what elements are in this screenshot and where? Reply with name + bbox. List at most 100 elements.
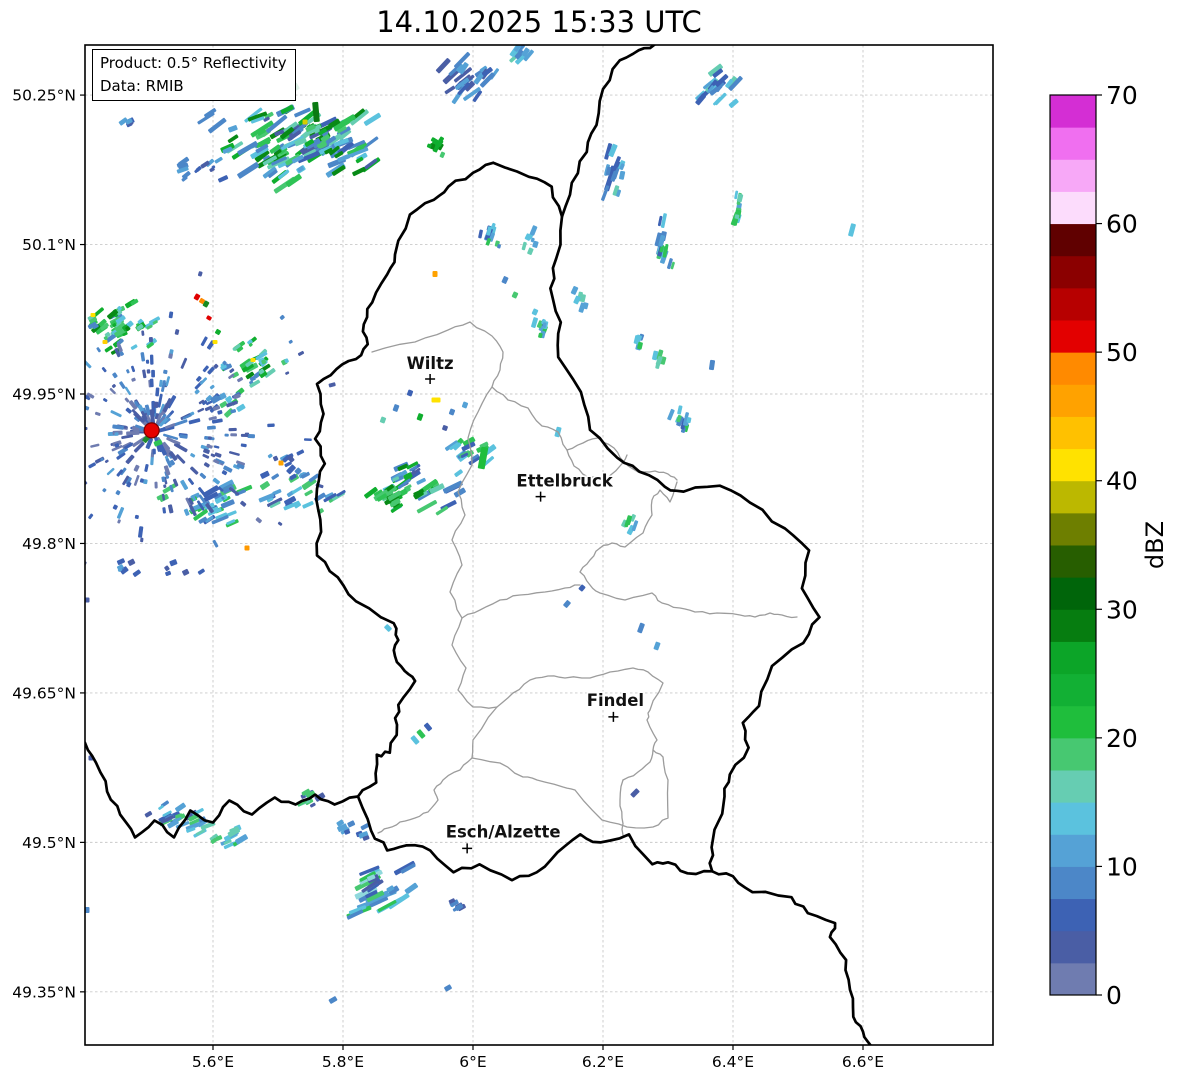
echo-cell — [228, 451, 240, 456]
colorbar-segment — [1050, 641, 1096, 675]
echo-cell — [379, 416, 387, 424]
echo-cell — [448, 408, 456, 416]
echo-cell — [271, 473, 280, 480]
echo-cell — [653, 641, 661, 651]
colorbar-segment — [1050, 159, 1096, 192]
echo-cell — [279, 314, 285, 320]
colorbar-segment — [1050, 770, 1096, 803]
colorbar-segment — [1050, 416, 1096, 450]
echo-cell — [197, 407, 205, 413]
echo-cell — [728, 98, 739, 108]
echo-cell — [454, 469, 463, 477]
echo-cell — [174, 329, 180, 335]
echo-cell — [240, 433, 249, 438]
echo-cell — [94, 411, 101, 416]
echo-cell — [200, 160, 210, 169]
echo-cell — [199, 472, 207, 479]
echo-cell — [247, 434, 255, 439]
echo-cell — [288, 339, 293, 344]
echo-cell — [677, 405, 683, 415]
echo-cell — [73, 492, 84, 502]
echo-cell — [228, 125, 238, 133]
colorbar-segment — [1050, 962, 1096, 996]
echo-cell — [406, 389, 414, 397]
echo-cell — [180, 479, 189, 490]
echo-cell — [531, 308, 539, 316]
colorbar-segment — [1050, 577, 1096, 610]
echo-cell — [667, 408, 675, 421]
y-axis-tick-label: 49.35°N — [12, 983, 76, 1001]
echo-cell — [59, 316, 66, 323]
echo-cell — [203, 462, 210, 468]
colorbar-segment — [1050, 737, 1096, 771]
echo-cell — [260, 470, 270, 479]
echo-cell — [277, 169, 290, 180]
echo-cell — [478, 229, 483, 239]
echo-cell — [183, 508, 190, 516]
colorbar-segment — [1050, 352, 1096, 385]
echo-cell — [527, 247, 534, 255]
echo-cell — [70, 342, 77, 349]
echo-cell — [461, 401, 469, 409]
echo-cell — [167, 504, 174, 514]
echo-cell — [90, 443, 100, 448]
colorbar-segment — [1050, 705, 1096, 739]
echo-cell — [302, 119, 308, 125]
y-axis-tick-label: 49.8°N — [22, 535, 76, 553]
district-border — [579, 547, 798, 619]
echo-cell — [126, 430, 140, 436]
echo-cell — [165, 570, 172, 577]
echo-cell — [140, 352, 146, 362]
colorbar-tick-label: 30 — [1106, 595, 1138, 624]
radar-site-dot — [143, 422, 160, 439]
echo-cell — [529, 225, 538, 236]
colorbar-axis-label: dBZ — [1141, 521, 1169, 569]
echo-cell — [291, 486, 303, 494]
grid-layer — [85, 45, 993, 1045]
echo-cell — [240, 500, 247, 507]
echo-cell — [152, 448, 156, 455]
echo-cell — [384, 624, 392, 632]
echo-cell — [404, 882, 419, 895]
echo-cell — [250, 358, 256, 362]
echo-cell — [228, 427, 237, 432]
echo-cell — [85, 480, 88, 488]
echo-cell — [272, 455, 279, 462]
echo-cell — [423, 722, 433, 732]
y-axis-tick-label: 49.65°N — [12, 684, 76, 702]
echo-cell — [0, 386, 7, 391]
echo-cell — [144, 811, 153, 818]
echo-cell — [210, 453, 216, 458]
echo-cell — [416, 413, 424, 421]
colorbar-segment — [1050, 545, 1096, 578]
echo-cell — [112, 504, 118, 510]
echo-cell — [28, 567, 35, 574]
echo-cell — [267, 423, 275, 428]
echo-cell — [208, 117, 227, 134]
echo-cell — [116, 558, 126, 565]
echo-cell — [190, 466, 199, 475]
echo-cell — [209, 384, 215, 390]
echo-cell — [200, 336, 208, 347]
echo-cell — [182, 568, 190, 576]
echo-cell — [258, 493, 275, 503]
x-axis-tick-label: 5.8°E — [322, 1053, 364, 1071]
echo-cell — [163, 484, 167, 488]
echo-cell — [303, 438, 312, 442]
echo-cell — [155, 387, 160, 397]
echo-cell — [240, 443, 247, 448]
echo-cell — [54, 440, 65, 445]
country-border — [313, 161, 821, 882]
echo-cell — [131, 377, 136, 382]
echo-cell — [190, 453, 196, 458]
echo-cell — [63, 434, 71, 437]
y-axis-tick-label: 50.25°N — [12, 87, 76, 105]
echo-cell — [187, 477, 195, 485]
echo-cell — [255, 517, 262, 524]
echo-cell — [637, 622, 645, 634]
colorbar-segment — [1050, 223, 1096, 257]
echo-cell — [114, 432, 119, 436]
echo-cell — [77, 294, 84, 302]
echo-cell — [102, 488, 107, 493]
echo-cell — [141, 330, 145, 336]
